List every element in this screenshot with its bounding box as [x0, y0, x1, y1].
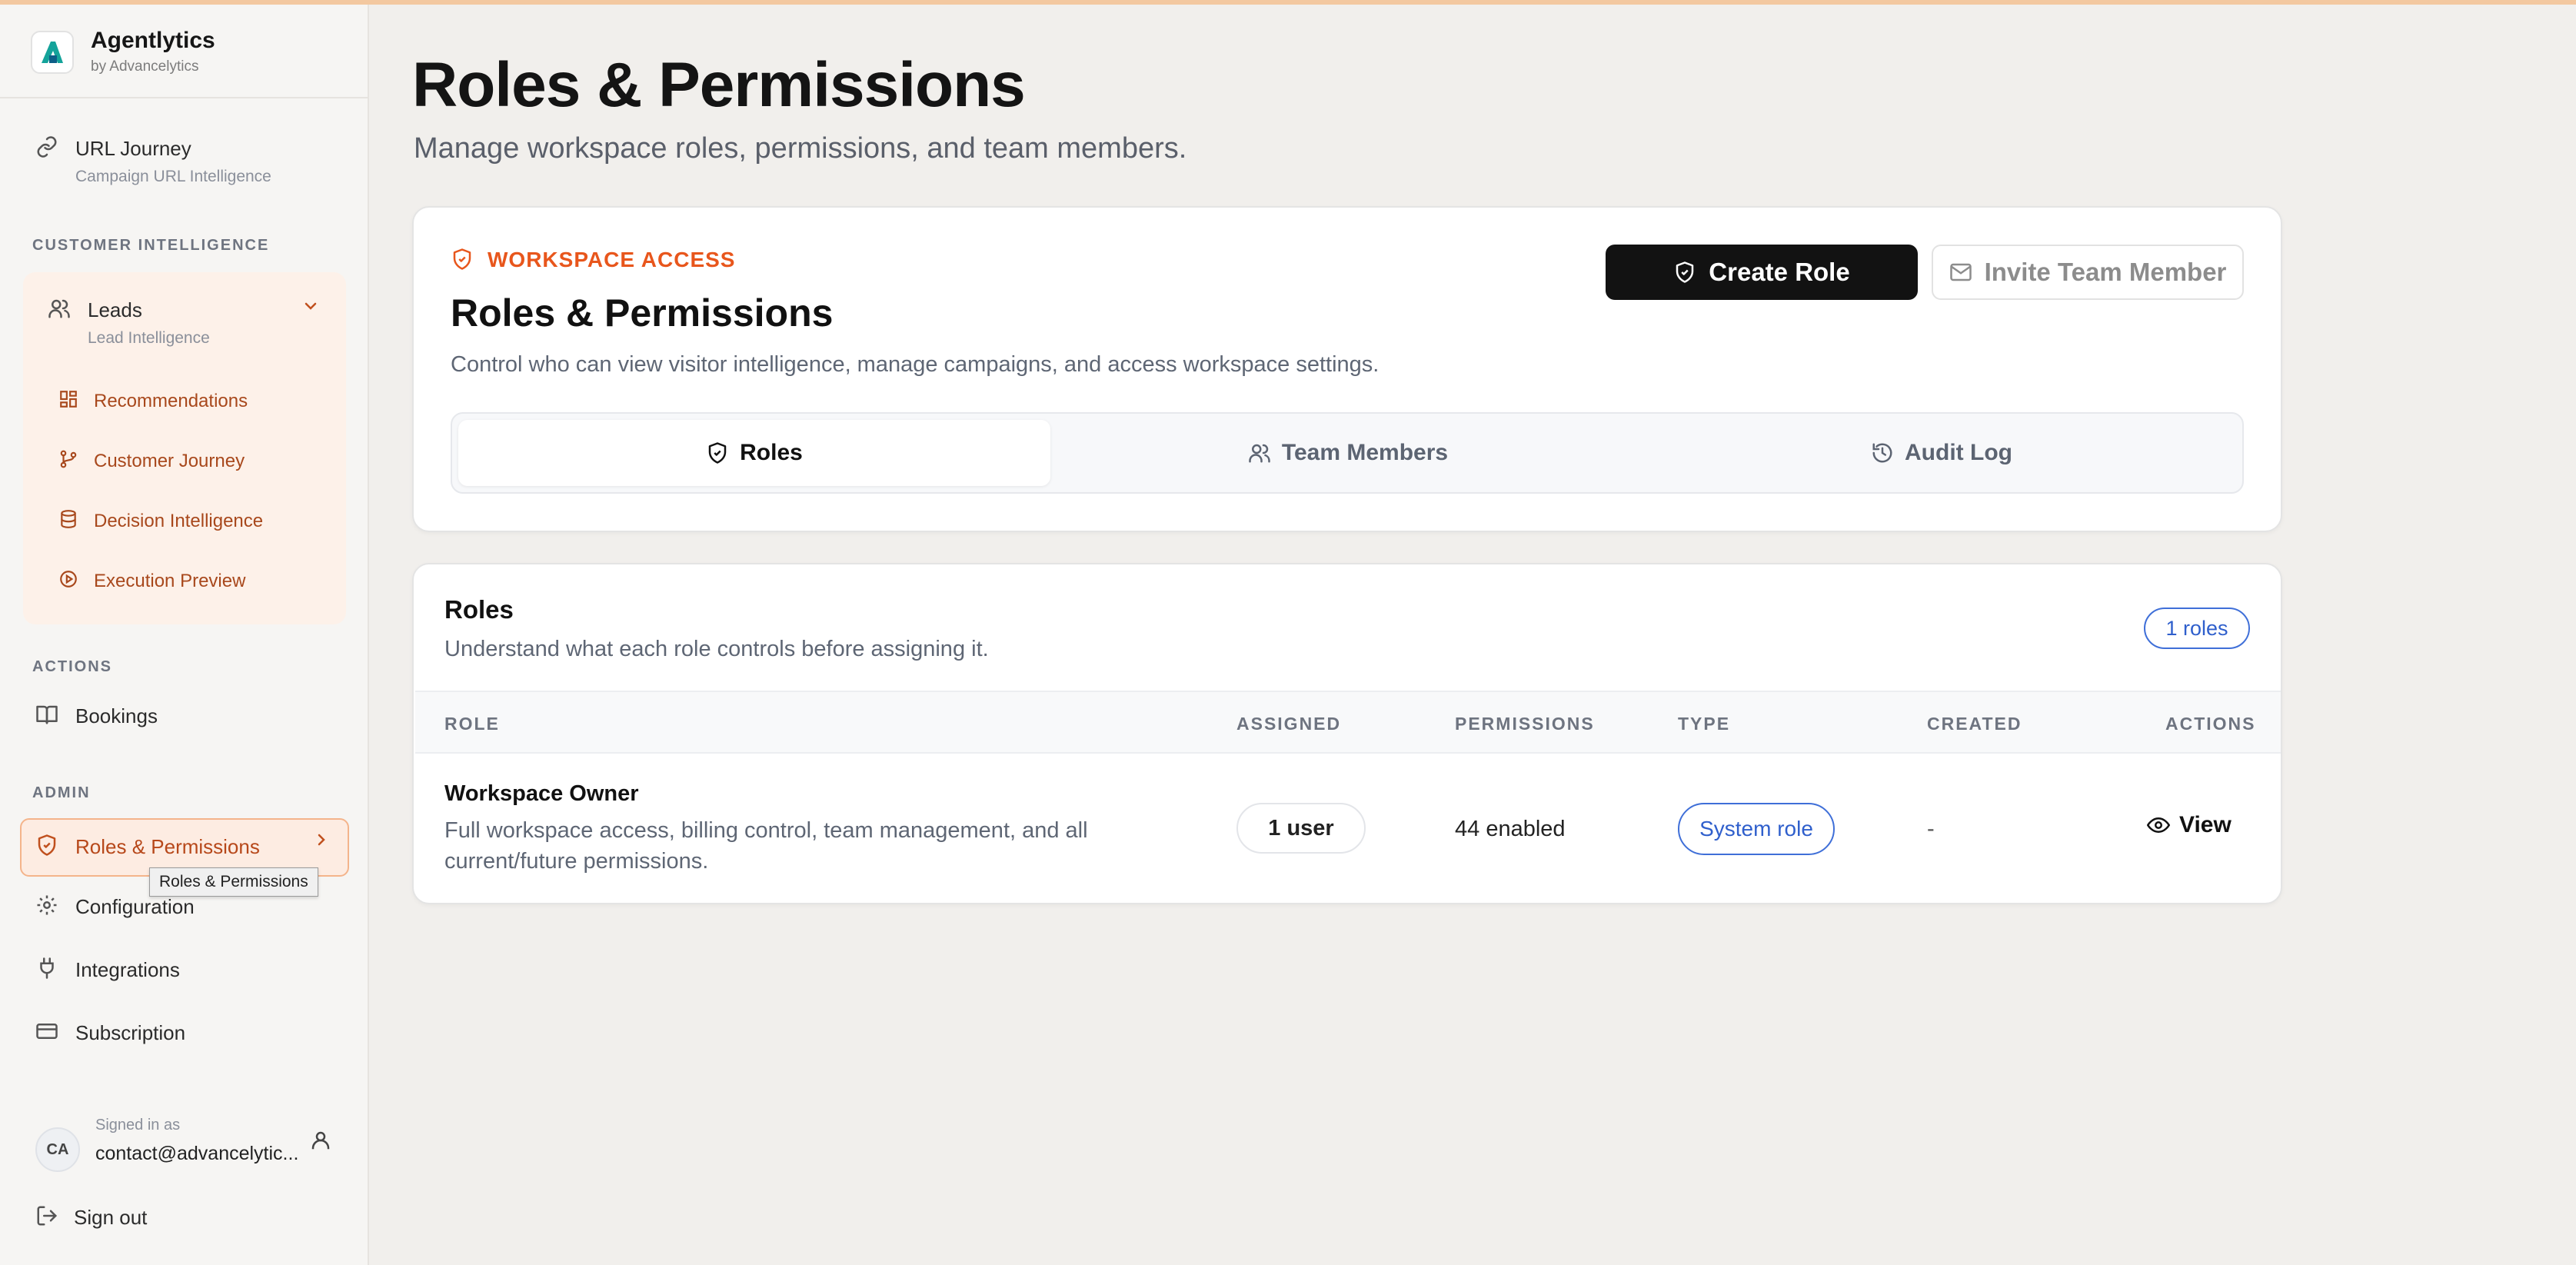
sidebar-item-label: Roles & Permissions	[75, 835, 260, 858]
tab-label: Roles	[740, 440, 803, 465]
brand-name: Agentlytics	[91, 28, 215, 53]
credit-card-icon	[35, 1020, 58, 1043]
dashboard-icon	[58, 389, 78, 409]
eye-icon	[2147, 817, 2170, 834]
users-icon	[48, 297, 71, 320]
card-title: Roles & Permissions	[451, 291, 834, 335]
roles-count-badge: 1 roles	[2144, 608, 2250, 649]
link-icon	[35, 135, 58, 158]
shield-icon	[708, 442, 727, 464]
sidebar: Agentlytics by Advancelytics URL Journey…	[0, 5, 369, 1265]
section-heading-admin: ADMIN	[32, 784, 91, 801]
tooltip: Roles & Permissions	[149, 867, 318, 897]
create-role-button[interactable]: Create Role	[1606, 245, 1918, 300]
table-header: ROLE ASSIGNED PERMISSIONS TYPE CREATED A…	[415, 691, 2281, 754]
sidebar-item-label: Bookings	[75, 704, 158, 727]
column-header-created: CREATED	[1927, 714, 2022, 734]
user-email: contact@advancelytic...	[95, 1143, 299, 1164]
column-header-permissions: PERMISSIONS	[1455, 714, 1595, 734]
sidebar-item-label: Leads	[88, 298, 142, 321]
sidebar-item-label: Integrations	[75, 958, 180, 981]
view-label: View	[2179, 812, 2232, 837]
invite-team-member-label: Invite Team Member	[1984, 258, 2227, 286]
brand-header: Agentlytics by Advancelytics	[0, 5, 368, 98]
avatar: CA	[35, 1127, 80, 1172]
view-role-button[interactable]: View	[2147, 812, 2232, 838]
tab-label: Audit Log	[1905, 440, 2012, 465]
role-description: Full workspace access, billing control, …	[444, 818, 1088, 874]
workspace-access-eyebrow: WORKSPACE ACCESS	[488, 248, 736, 271]
plug-icon	[35, 957, 58, 980]
sidebar-item-label: Subscription	[75, 1021, 186, 1044]
tab-roles[interactable]: Roles	[458, 420, 1050, 486]
sidebar-item-label: Execution Preview	[94, 571, 246, 591]
column-header-assigned: ASSIGNED	[1236, 714, 1342, 734]
sidebar-item-label: URL Journey	[75, 137, 191, 160]
sidebar-item-label: Customer Journey	[94, 451, 245, 471]
section-heading-actions: ACTIONS	[32, 658, 112, 675]
user-icon[interactable]	[309, 1129, 332, 1152]
sign-out-icon	[35, 1204, 58, 1227]
invite-team-member-button[interactable]: Invite Team Member	[1932, 245, 2244, 300]
page-subtitle: Manage workspace roles, permissions, and…	[414, 132, 1187, 165]
sign-out-label: Sign out	[74, 1206, 148, 1229]
shield-icon	[451, 248, 474, 271]
role-name: Workspace Owner	[444, 781, 639, 806]
brand-logo	[31, 31, 74, 74]
sidebar-item-sublabel: Lead Intelligence	[88, 329, 210, 347]
signed-in-label: Signed in as	[95, 1117, 181, 1134]
roles-section-description: Understand what each role controls befor…	[444, 637, 989, 661]
sidebar-item-label: Decision Intelligence	[94, 511, 264, 531]
chevron-down-icon[interactable]	[301, 297, 320, 315]
database-icon	[58, 509, 78, 529]
page-title: Roles & Permissions	[412, 50, 1026, 120]
column-header-type: TYPE	[1678, 714, 1731, 734]
created-date: -	[1927, 817, 1935, 841]
git-branch-icon	[58, 449, 78, 469]
card-description: Control who can view visitor intelligenc…	[451, 352, 1380, 377]
sidebar-item-sublabel: Campaign URL Intelligence	[75, 168, 271, 185]
permissions-count: 44 enabled	[1455, 817, 1566, 841]
assigned-users-badge[interactable]: 1 user	[1236, 803, 1366, 854]
play-circle-icon	[58, 569, 78, 589]
section-heading-customer-intelligence: CUSTOMER INTELLIGENCE	[32, 237, 270, 254]
sidebar-item-label: Configuration	[75, 895, 195, 918]
create-role-label: Create Role	[1709, 258, 1850, 286]
tab-audit-log[interactable]: Audit Log	[1646, 420, 2238, 486]
role-type-badge: System role	[1678, 803, 1835, 855]
chevron-right-icon	[312, 831, 331, 849]
column-header-role: ROLE	[444, 714, 500, 734]
tab-label: Team Members	[1281, 440, 1449, 465]
tab-team-members[interactable]: Team Members	[1052, 420, 1644, 486]
users-icon	[1249, 444, 1270, 463]
gear-icon	[35, 894, 58, 917]
tab-bar: Roles Team Members Audit Log	[451, 412, 2244, 494]
history-icon	[1872, 443, 1892, 463]
window-top-edge	[0, 0, 2576, 5]
shield-icon	[1676, 261, 1694, 283]
shield-icon	[35, 834, 58, 857]
column-header-actions: ACTIONS	[2165, 714, 2256, 734]
roles-section-title: Roles	[444, 595, 514, 624]
sidebar-item-label: Recommendations	[94, 391, 248, 411]
mail-icon	[1949, 263, 1972, 281]
book-icon	[35, 703, 58, 726]
brand-tagline: by Advancelytics	[91, 58, 199, 75]
